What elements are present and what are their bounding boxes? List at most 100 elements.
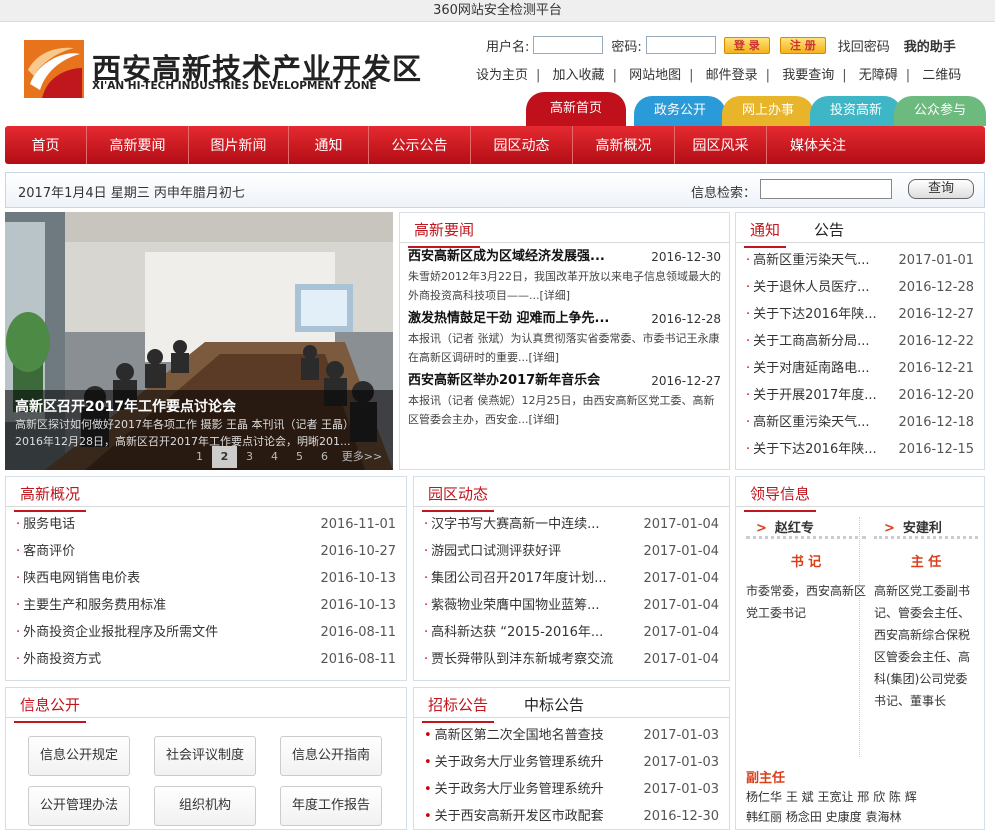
park-panel-title[interactable]: 园区动态 xyxy=(422,483,495,512)
nav-overview[interactable]: 高新概况 xyxy=(573,126,675,164)
list-item-title[interactable]: · 客商评价 xyxy=(16,538,75,565)
list-item-title[interactable]: · 汉字书写大赛高新一中连续... xyxy=(424,511,600,538)
list-item-title[interactable]: · 高新区重污染天气... xyxy=(746,409,870,436)
leader-name[interactable]: > 安建利 xyxy=(874,517,978,539)
leader-card[interactable]: > 赵红专 书 记 市委常委，西安高新区党工委书记 xyxy=(746,517,866,624)
list-item-title[interactable]: · 关于下达2016年陕... xyxy=(746,301,877,328)
slide-more-link[interactable]: 更多>> xyxy=(337,446,387,468)
list-item-title[interactable]: · 紫薇物业荣膺中国物业蓝筹... xyxy=(424,592,600,619)
info-panel-title[interactable]: 信息公开 xyxy=(14,694,87,723)
nav-park[interactable]: 园区动态 xyxy=(471,126,573,164)
info-guide-button[interactable]: 信息公开指南 xyxy=(280,736,382,776)
list-item[interactable]: · 汉字书写大赛高新一中连续... 2017-01-04 xyxy=(414,511,729,538)
tab-award[interactable]: 中标公告 xyxy=(524,694,584,715)
deputy-names[interactable]: 杨仁华 王 斌 王宽让 邢 欣 陈 辉 韩红丽 杨念田 史康度 袁海林 xyxy=(746,787,917,827)
leader-name[interactable]: > 赵红专 xyxy=(746,517,866,539)
find-password-link[interactable]: 找回密码 xyxy=(838,36,890,55)
list-item-title[interactable]: · 服务电话 xyxy=(16,511,75,538)
info-manage-button[interactable]: 公开管理办法 xyxy=(28,786,130,826)
list-item[interactable]: · 高新区重污染天气... 2016-12-18 xyxy=(736,409,984,436)
list-item[interactable]: • 关于政务大厅业务管理系统升 2017-01-03 xyxy=(414,776,729,803)
list-item[interactable]: · 关于退休人员医疗... 2016-12-28 xyxy=(736,274,984,301)
nav-media[interactable]: 媒体关注 xyxy=(767,126,869,164)
nav-notice[interactable]: 通知 xyxy=(289,126,369,164)
list-item[interactable]: · 客商评价 2016-10-27 xyxy=(6,538,406,565)
list-item-title[interactable]: · 外商投资方式 xyxy=(16,646,101,673)
tab-home[interactable]: 高新首页 xyxy=(526,92,626,126)
deputy-row-2[interactable]: 韩红丽 杨念田 史康度 袁海林 xyxy=(746,807,917,827)
list-item-title[interactable]: · 游园式口试测评获好评 xyxy=(424,538,561,565)
tab-public[interactable]: 公众参与 xyxy=(894,96,986,126)
link-mail[interactable]: 邮件登录 xyxy=(706,68,758,83)
news-panel-title[interactable]: 高新要闻 xyxy=(408,219,481,248)
my-assistant-link[interactable]: 我的助手 xyxy=(904,36,956,55)
info-rule-button[interactable]: 信息公开规定 xyxy=(28,736,130,776)
leader-card[interactable]: > 安建利 主 任 高新区党工委副书记、管委会主任、西安高新综合保税区管委会主任、… xyxy=(874,517,978,712)
tab-gov[interactable]: 政务公开 xyxy=(634,96,726,126)
username-input[interactable] xyxy=(533,36,604,54)
list-item-title[interactable]: · 关于工商高新分局... xyxy=(746,328,870,355)
news-item-desc[interactable]: 本报讯（记者 侯燕妮）12月25日，由西安高新区党工委、高新区管委会主办，西安金… xyxy=(408,391,721,429)
list-item[interactable]: · 关于工商高新分局... 2016-12-22 xyxy=(736,328,984,355)
slide-page-3[interactable]: 3 xyxy=(237,446,262,468)
list-item[interactable]: · 关于开展2017年度... 2016-12-20 xyxy=(736,382,984,409)
slide-page-6[interactable]: 6 xyxy=(312,446,337,468)
photo-slider[interactable]: 高新区召开2017年工作要点讨论会 高新区探讨如何做好2017年各项工作 摄影 … xyxy=(5,212,393,470)
list-item-title[interactable]: • 关于西安高新开发区市政配套 xyxy=(424,803,604,830)
deputy-row-1[interactable]: 杨仁华 王 斌 王宽让 邢 欣 陈 辉 xyxy=(746,787,917,807)
tab-invest[interactable]: 投资高新 xyxy=(810,96,902,126)
list-item-title[interactable]: · 集团公司召开2017年度计划... xyxy=(424,565,607,592)
tab-online[interactable]: 网上办事 xyxy=(722,96,814,126)
leader-panel-title[interactable]: 领导信息 xyxy=(744,483,817,512)
tab-notice[interactable]: 通知 xyxy=(744,219,787,248)
list-item-title[interactable]: · 关于开展2017年度... xyxy=(746,382,877,409)
list-item[interactable]: · 高科新达获 “2015-2016年... 2017-01-04 xyxy=(414,619,729,646)
register-button[interactable]: 注 册 xyxy=(779,36,826,54)
link-home[interactable]: 设为主页 xyxy=(476,68,528,83)
list-item[interactable]: · 服务电话 2016-11-01 xyxy=(6,511,406,538)
list-item-title[interactable]: • 关于政务大厅业务管理系统升 xyxy=(424,749,604,776)
slide-page-2[interactable]: 2 xyxy=(212,446,237,468)
list-item[interactable]: • 高新区第二次全国地名普查技 2017-01-03 xyxy=(414,722,729,749)
news-item-title[interactable]: 西安高新区成为区域经济发展强... xyxy=(408,249,605,264)
slide-page-4[interactable]: 4 xyxy=(262,446,287,468)
list-item-title[interactable]: · 陕西电网销售电价表 xyxy=(16,565,140,592)
slide-title[interactable]: 高新区召开2017年工作要点讨论会 xyxy=(15,396,383,416)
nav-home[interactable]: 首页 xyxy=(5,126,87,164)
list-item[interactable]: • 关于政务大厅业务管理系统升 2017-01-03 xyxy=(414,749,729,776)
list-item[interactable]: · 关于对唐延南路电... 2016-12-21 xyxy=(736,355,984,382)
login-button[interactable]: 登 录 xyxy=(723,36,770,54)
search-button[interactable]: 查询 xyxy=(908,179,974,199)
nav-bulletin[interactable]: 公示公告 xyxy=(369,126,471,164)
list-item-title[interactable]: · 关于对唐延南路电... xyxy=(746,355,870,382)
list-item[interactable]: · 外商投资企业报批程序及所需文件 2016-08-11 xyxy=(6,619,406,646)
list-item[interactable]: • 关于西安高新开发区市政配套 2016-12-30 xyxy=(414,803,729,830)
list-item[interactable]: · 外商投资方式 2016-08-11 xyxy=(6,646,406,673)
nav-photo[interactable]: 图片新闻 xyxy=(189,126,289,164)
news-item-title[interactable]: 激发热情鼓足干劲 迎难而上争先... xyxy=(408,311,609,326)
list-item-title[interactable]: · 高新区重污染天气... xyxy=(746,247,870,274)
list-item[interactable]: · 高新区重污染天气... 2017-01-01 xyxy=(736,247,984,274)
list-item-title[interactable]: · 外商投资企业报批程序及所需文件 xyxy=(16,619,218,646)
nav-news[interactable]: 高新要闻 xyxy=(87,126,189,164)
list-item[interactable]: · 集团公司召开2017年度计划... 2017-01-04 xyxy=(414,565,729,592)
news-item[interactable]: 激发热情鼓足干劲 迎难而上争先... 2016-12-28 本报讯（记者 张斌）为… xyxy=(400,309,729,367)
news-item-desc[interactable]: 本报讯（记者 张斌）为认真贯彻落实省委常委、市委书记王永康在高新区调研时的重要.… xyxy=(408,329,721,367)
logo-icon[interactable] xyxy=(24,40,84,98)
link-qrcode[interactable]: 二维码 xyxy=(922,68,961,83)
password-input[interactable] xyxy=(645,36,716,54)
list-item-title[interactable]: · 高科新达获 “2015-2016年... xyxy=(424,619,603,646)
tab-announcement[interactable]: 公告 xyxy=(814,219,844,240)
slide-page-1[interactable]: 1 xyxy=(187,446,212,468)
overview-panel-title[interactable]: 高新概况 xyxy=(14,483,87,512)
list-item[interactable]: · 游园式口试测评获好评 2017-01-04 xyxy=(414,538,729,565)
list-item[interactable]: · 陕西电网销售电价表 2016-10-13 xyxy=(6,565,406,592)
list-item[interactable]: · 关于下达2016年陕... 2016-12-27 xyxy=(736,301,984,328)
nav-style[interactable]: 园区风采 xyxy=(675,126,767,164)
list-item-title[interactable]: · 关于退休人员医疗... xyxy=(746,274,870,301)
link-favorite[interactable]: 加入收藏 xyxy=(553,68,605,83)
list-item-title[interactable]: • 关于政务大厅业务管理系统升 xyxy=(424,776,604,803)
info-org-button[interactable]: 组织机构 xyxy=(154,786,256,826)
tab-bid[interactable]: 招标公告 xyxy=(422,694,495,723)
list-item-title[interactable]: · 主要生产和服务费用标准 xyxy=(16,592,166,619)
